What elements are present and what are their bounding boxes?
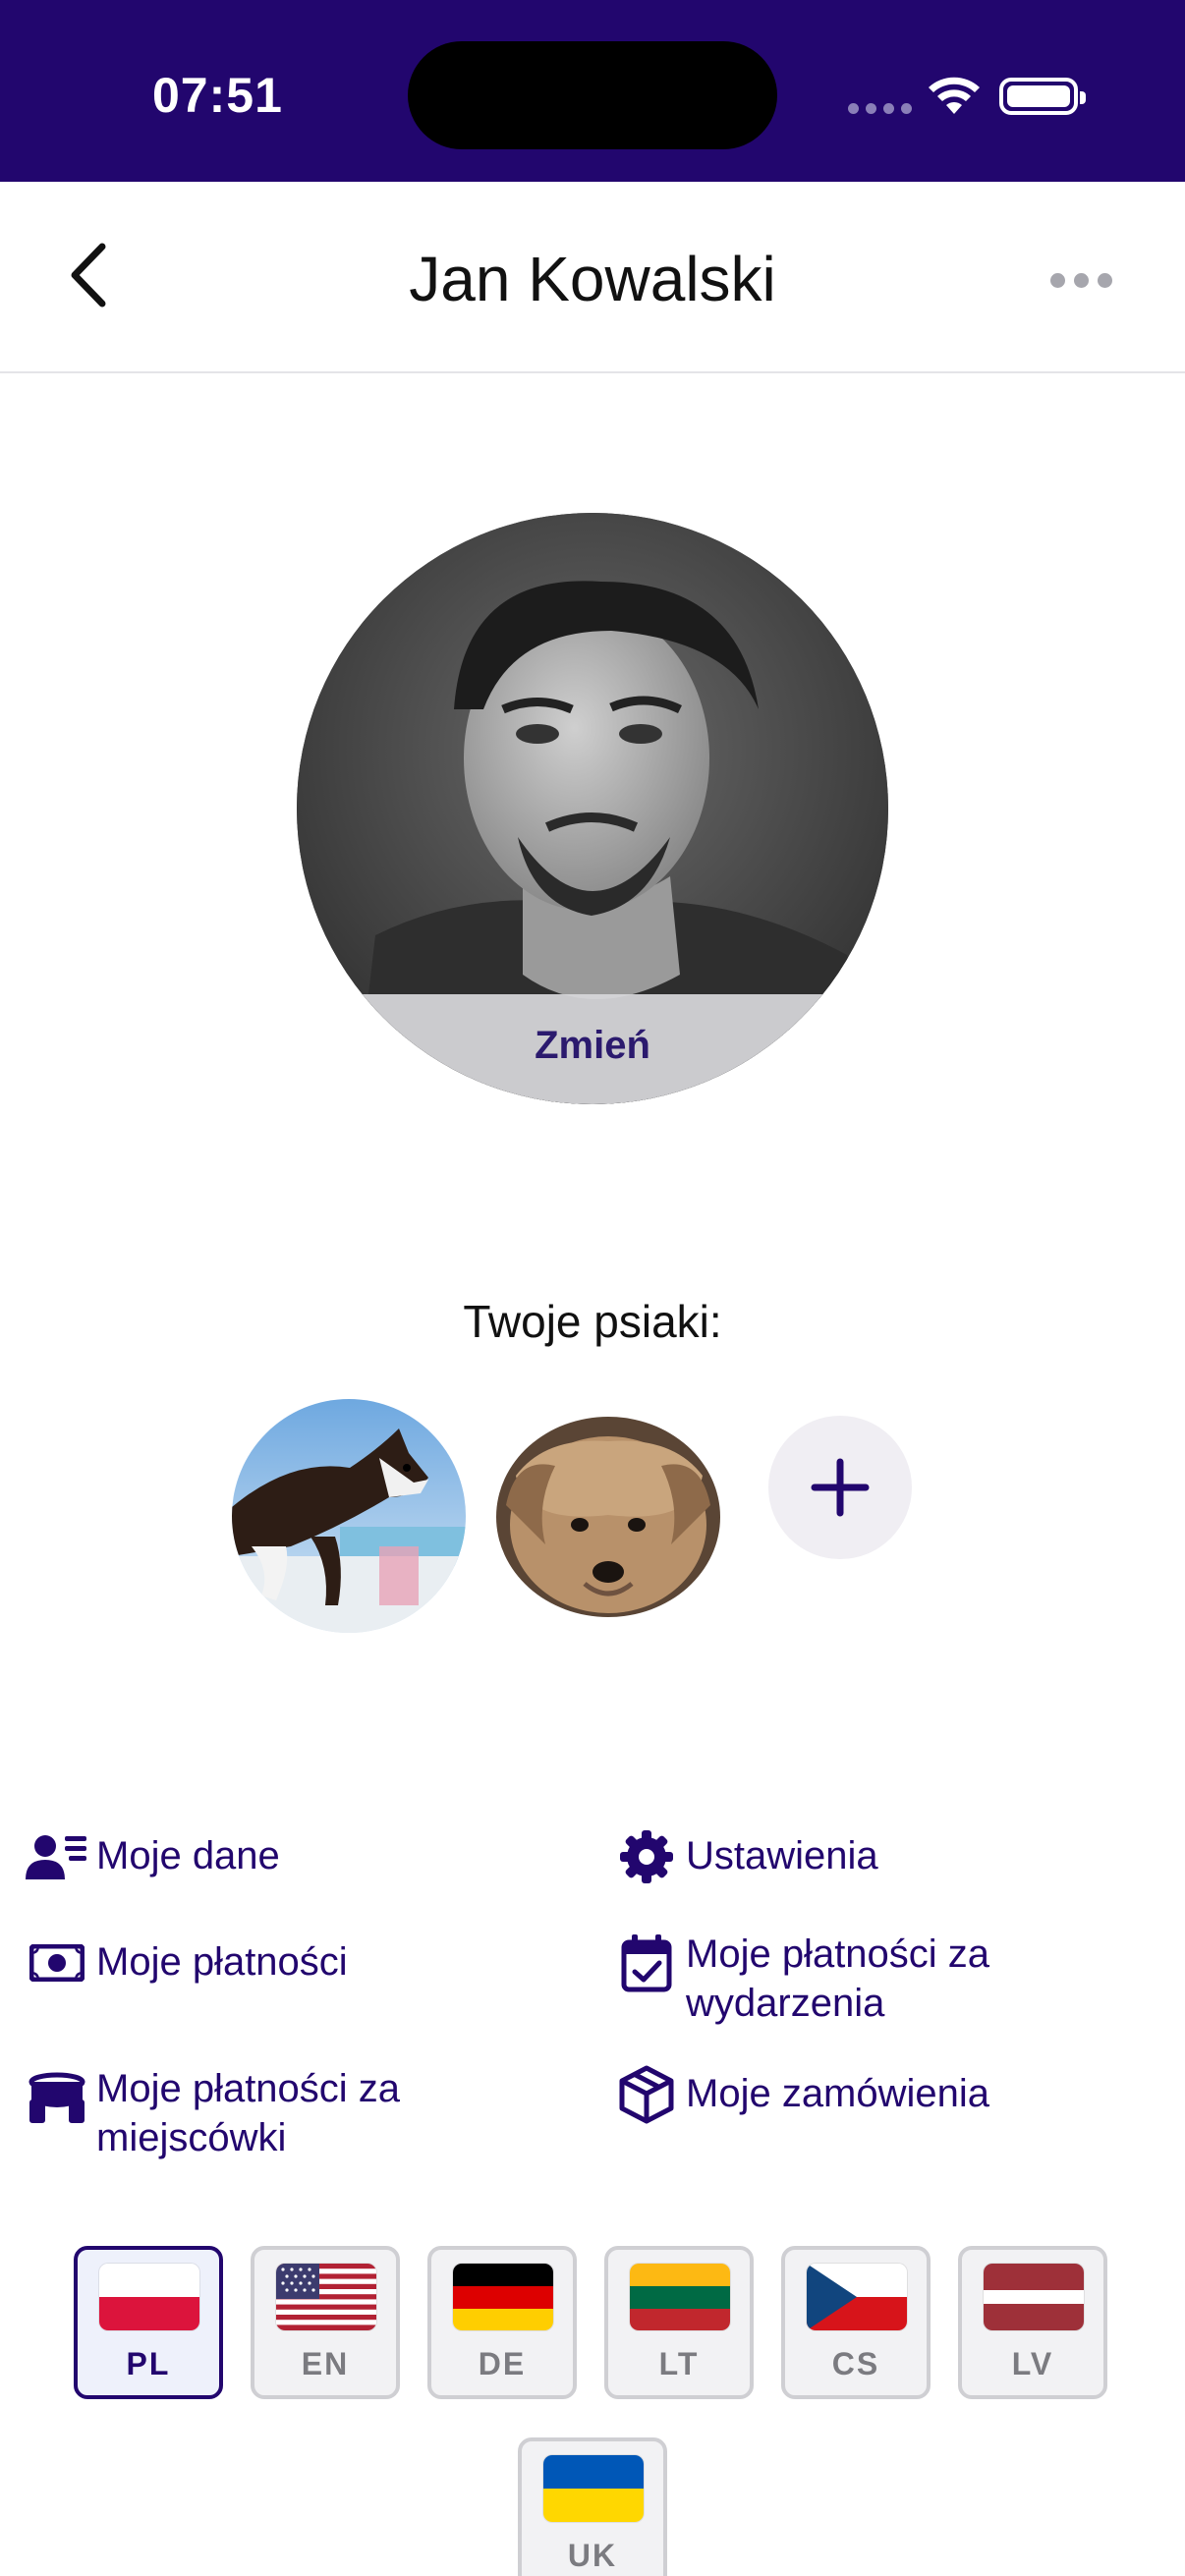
cellular-signal-icon xyxy=(848,103,912,114)
battery-icon xyxy=(999,78,1086,115)
dog-photo xyxy=(496,1417,720,1617)
language-option-de[interactable]: DE xyxy=(427,2246,577,2399)
menu-item-orders[interactable]: Moje zamówienia xyxy=(615,2063,1165,2126)
ukraine-flag-icon xyxy=(543,2455,644,2522)
language-code: LT xyxy=(658,2346,700,2381)
page-title: Jan Kowalski xyxy=(409,244,776,314)
menu-item-spot-payments[interactable]: Moje płatności za miejscówki xyxy=(26,2058,497,2162)
lithuania-flag-icon xyxy=(630,2264,730,2330)
menu-item-settings[interactable]: Ustawienia xyxy=(615,1825,1165,1888)
language-code: CS xyxy=(831,2346,880,2381)
language-option-cs[interactable]: CS xyxy=(781,2246,931,2399)
package-icon xyxy=(615,2063,678,2126)
change-photo-button[interactable]: Zmień xyxy=(297,1024,888,1068)
calendar-check-icon xyxy=(615,1924,678,1992)
germany-flag-icon xyxy=(453,2264,553,2330)
menu-item-label: Moje zamówienia xyxy=(686,2072,990,2115)
poland-flag-icon xyxy=(99,2264,199,2330)
add-dog-button[interactable] xyxy=(768,1416,912,1559)
menu-item-label: Moje płatności za miejscówki xyxy=(96,2067,401,2159)
dog-bed-icon xyxy=(26,2058,88,2123)
language-option-pl[interactable]: PL xyxy=(74,2246,223,2399)
user-list-icon xyxy=(26,1825,88,1888)
profile-avatar[interactable]: Zmień xyxy=(297,513,888,1104)
menu-item-label: Moje płatności za wydarzenia xyxy=(686,1932,990,2025)
language-code: LV xyxy=(1011,2346,1054,2381)
status-time: 07:51 xyxy=(152,68,283,123)
menu-item-label: Moje płatności xyxy=(96,1940,348,1984)
money-bill-icon xyxy=(26,1932,88,1994)
language-code: UK xyxy=(567,2538,618,2573)
dynamic-island xyxy=(408,41,777,149)
usa-flag-icon xyxy=(276,2264,376,2330)
plus-icon xyxy=(811,1458,870,1517)
menu-item-my-data[interactable]: Moje dane xyxy=(26,1825,576,1888)
czech-flag-icon xyxy=(807,2264,907,2330)
status-bar: 07:51 xyxy=(0,0,1185,182)
language-code: DE xyxy=(478,2346,527,2381)
more-options-button[interactable] xyxy=(1042,255,1120,305)
menu-item-label: Moje dane xyxy=(96,1834,280,1877)
language-option-lv[interactable]: LV xyxy=(958,2246,1107,2399)
language-option-lt[interactable]: LT xyxy=(604,2246,754,2399)
language-code: PL xyxy=(126,2346,171,2381)
dog-avatar[interactable] xyxy=(496,1417,720,1617)
language-code: EN xyxy=(301,2346,350,2381)
gear-icon xyxy=(615,1825,678,1888)
menu-item-event-payments[interactable]: Moje płatności za wydarzenia xyxy=(615,1924,1087,2028)
latvia-flag-icon xyxy=(984,2264,1084,2330)
dogs-section-title: Twoje psiaki: xyxy=(463,1296,722,1347)
navigation-bar: Jan Kowalski xyxy=(0,182,1185,373)
language-option-en[interactable]: EN xyxy=(251,2246,400,2399)
language-option-uk[interactable]: UK xyxy=(518,2437,667,2576)
dog-avatar[interactable] xyxy=(232,1399,466,1633)
dog-photo xyxy=(232,1399,466,1633)
wifi-icon xyxy=(929,77,980,114)
menu-item-my-payments[interactable]: Moje płatności xyxy=(26,1932,576,1994)
menu-item-label: Ustawienia xyxy=(686,1834,878,1877)
